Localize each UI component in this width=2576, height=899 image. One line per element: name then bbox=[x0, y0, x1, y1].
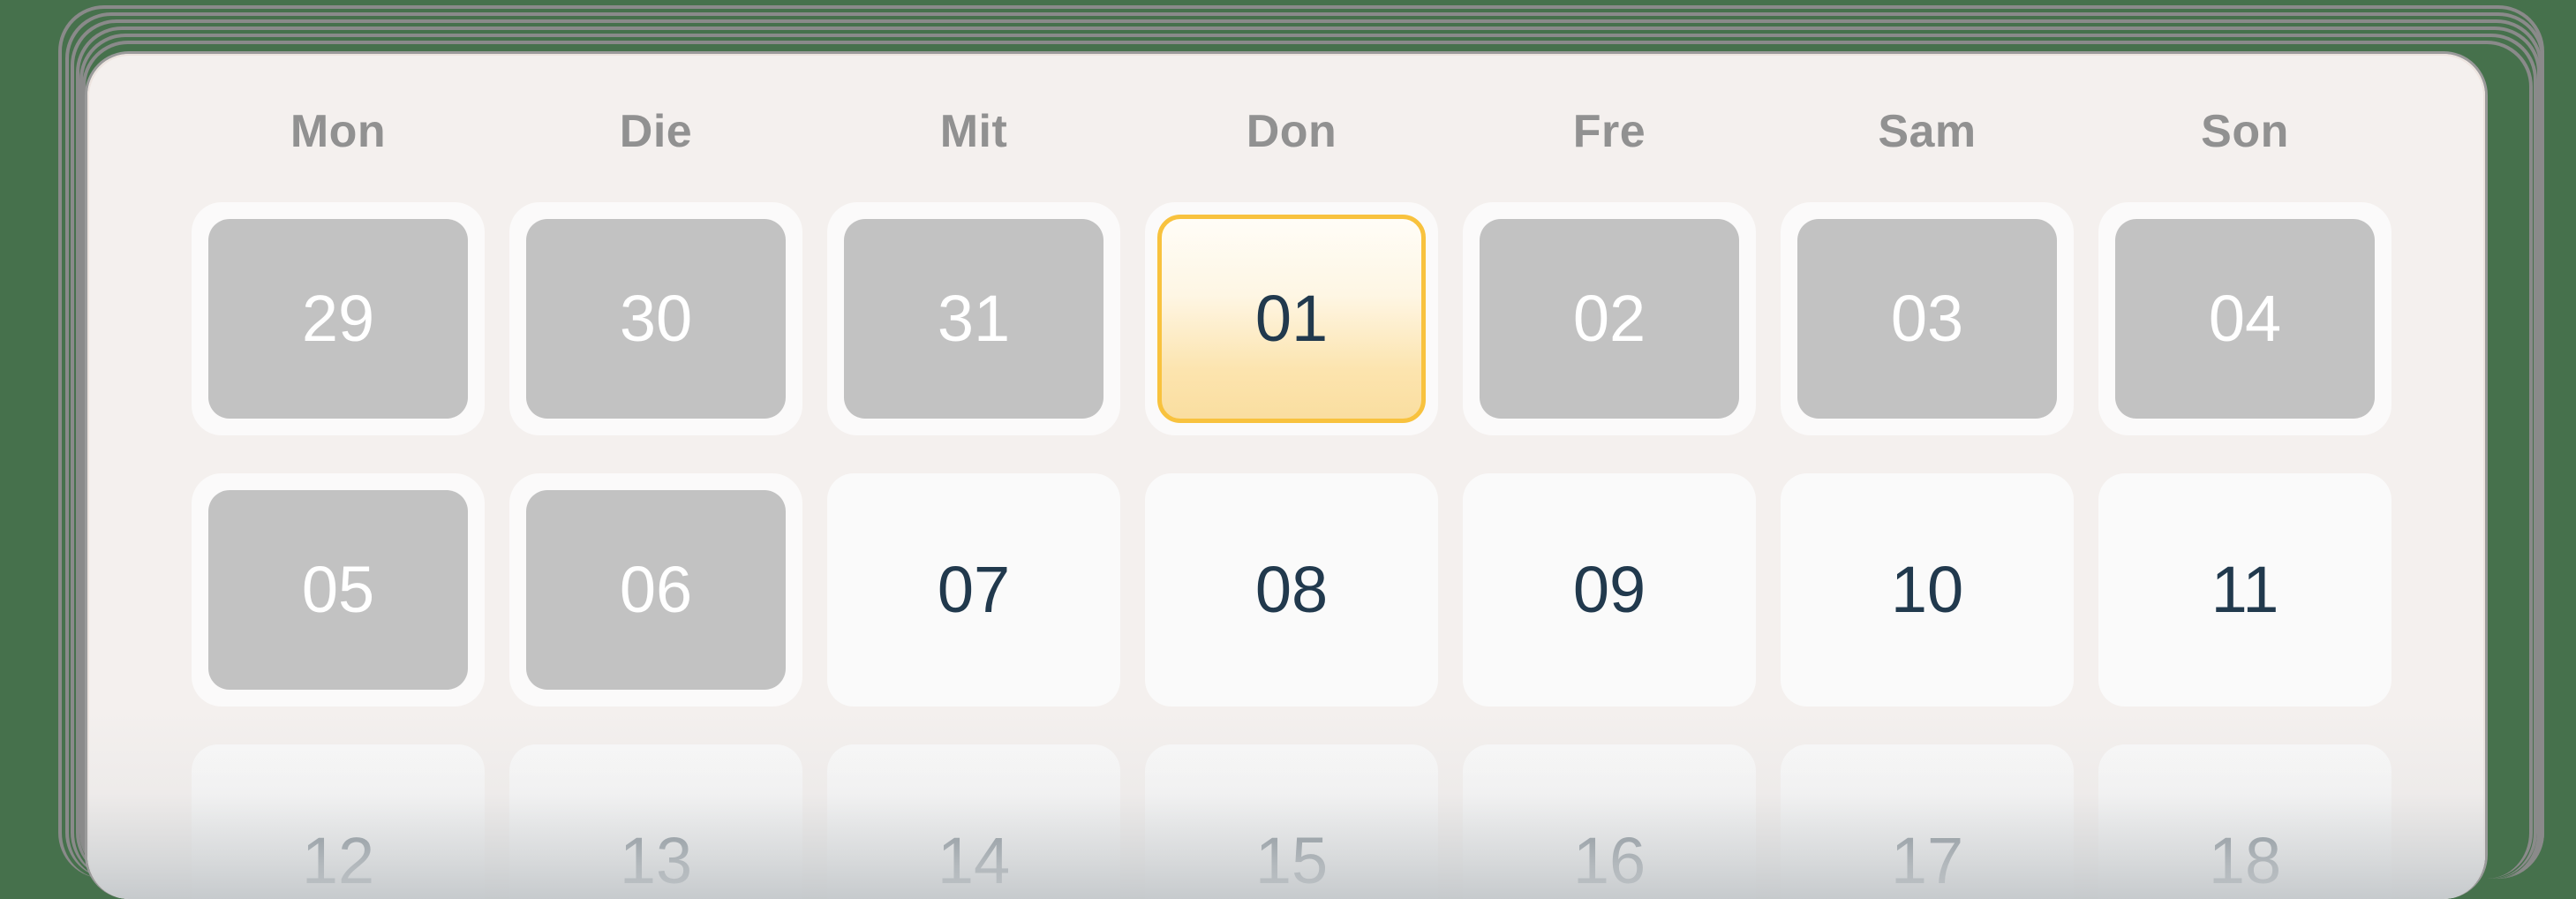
weekday-header-mon: Mon bbox=[290, 106, 387, 157]
day-slot: 10 bbox=[1768, 463, 2086, 734]
day-number: 05 bbox=[208, 490, 468, 690]
calendar-sheet: Mon Die Mit Don Fre Sam Son 29 30 31 01 02 03 04 05 06… bbox=[85, 51, 2488, 899]
day-cell-07[interactable]: 07 bbox=[827, 473, 1120, 706]
day-cell-17[interactable]: 17 bbox=[1781, 744, 2074, 899]
day-cell-05: 05 bbox=[192, 473, 485, 706]
day-number: 04 bbox=[2115, 219, 2375, 419]
day-cell-04: 04 bbox=[2098, 202, 2391, 435]
day-cell-13[interactable]: 13 bbox=[509, 744, 802, 899]
day-slot: 14 bbox=[815, 734, 1133, 899]
day-cell-14[interactable]: 14 bbox=[827, 744, 1120, 899]
day-number: 13 bbox=[619, 824, 693, 897]
day-number: 17 bbox=[1890, 824, 1964, 897]
weekday-header-sam: Sam bbox=[1878, 106, 1977, 157]
weekday-header-son: Son bbox=[2201, 106, 2289, 157]
day-slot: 17 bbox=[1768, 734, 2086, 899]
weekday-header-fre: Fre bbox=[1572, 106, 1646, 157]
day-slot: 16 bbox=[1450, 734, 1768, 899]
day-cell-18[interactable]: 18 bbox=[2098, 744, 2391, 899]
day-cell-03: 03 bbox=[1781, 202, 2074, 435]
day-slot: 15 bbox=[1133, 734, 1450, 899]
day-cell-31: 31 bbox=[827, 202, 1120, 435]
day-slot: 31 bbox=[815, 192, 1133, 463]
day-slot: 30 bbox=[497, 192, 815, 463]
day-cell-16[interactable]: 16 bbox=[1463, 744, 1756, 899]
day-slot: 12 bbox=[179, 734, 497, 899]
day-cell-10[interactable]: 10 bbox=[1781, 473, 2074, 706]
day-slot: 07 bbox=[815, 463, 1133, 734]
day-number: 08 bbox=[1254, 553, 1329, 626]
day-slot: 03 bbox=[1768, 192, 2086, 463]
day-slot: 02 bbox=[1450, 192, 1768, 463]
day-number: 30 bbox=[526, 219, 786, 419]
day-grid: 29 30 31 01 02 03 04 05 06 07 08 09 10 11 12 13 14 15 16 17… bbox=[179, 192, 2404, 899]
day-slot: 11 bbox=[2086, 463, 2404, 734]
day-cell-09[interactable]: 09 bbox=[1463, 473, 1756, 706]
day-number: 10 bbox=[1890, 553, 1964, 626]
day-cell-29: 29 bbox=[192, 202, 485, 435]
day-cell-30: 30 bbox=[509, 202, 802, 435]
day-slot: 04 bbox=[2086, 192, 2404, 463]
day-number: 02 bbox=[1480, 219, 1739, 419]
day-number: 07 bbox=[937, 553, 1011, 626]
day-slot: 13 bbox=[497, 734, 815, 899]
day-number: 31 bbox=[844, 219, 1103, 419]
day-cell-06: 06 bbox=[509, 473, 802, 706]
day-number: 12 bbox=[301, 824, 375, 897]
day-number: 18 bbox=[2208, 824, 2282, 897]
day-number: 16 bbox=[1572, 824, 1646, 897]
calendar-sheet-surface: Mon Die Mit Don Fre Sam Son 29 30 31 01 02 03 04 05 06… bbox=[87, 54, 2485, 899]
weekday-header-die: Die bbox=[619, 106, 693, 157]
day-slot: 18 bbox=[2086, 734, 2404, 899]
weekday-header-mit: Mit bbox=[939, 106, 1008, 157]
day-cell-01[interactable]: 01 bbox=[1145, 202, 1438, 435]
day-number: 11 bbox=[2211, 553, 2279, 626]
day-cell-15[interactable]: 15 bbox=[1145, 744, 1438, 899]
day-number: 09 bbox=[1572, 553, 1646, 626]
day-cell-02: 02 bbox=[1463, 202, 1756, 435]
day-cell-11[interactable]: 11 bbox=[2098, 473, 2391, 706]
day-slot: 09 bbox=[1450, 463, 1768, 734]
weekday-header-row: Mon Die Mit Don Fre Sam Son bbox=[179, 109, 2404, 155]
day-slot: 08 bbox=[1133, 463, 1450, 734]
day-slot: 01 bbox=[1133, 192, 1450, 463]
day-number: 14 bbox=[937, 824, 1011, 897]
weekday-header-don: Don bbox=[1246, 106, 1337, 157]
day-slot: 05 bbox=[179, 463, 497, 734]
day-slot: 06 bbox=[497, 463, 815, 734]
day-cell-08[interactable]: 08 bbox=[1145, 473, 1438, 706]
day-number: 06 bbox=[526, 490, 786, 690]
day-slot: 29 bbox=[179, 192, 497, 463]
day-number: 03 bbox=[1797, 219, 2057, 419]
day-number: 15 bbox=[1254, 824, 1329, 897]
day-number: 29 bbox=[208, 219, 468, 419]
calendar-screen: Mon Die Mit Don Fre Sam Son 29 30 31 01 02 03 04 05 06… bbox=[0, 0, 2576, 899]
day-cell-12[interactable]: 12 bbox=[192, 744, 485, 899]
day-number: 01 bbox=[1157, 215, 1426, 423]
